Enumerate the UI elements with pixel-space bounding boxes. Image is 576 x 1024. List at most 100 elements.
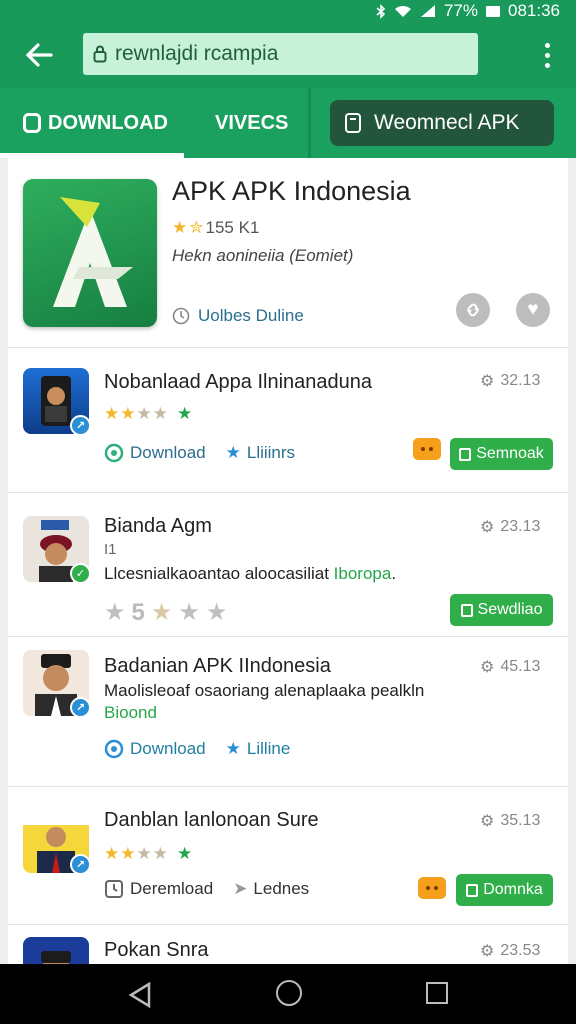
app-logo-icon (23, 179, 157, 327)
messenger-badge-icon: ↗ (70, 415, 89, 434)
item-time-text: 32.13 (500, 372, 541, 389)
featured-meta-text: Uolbes Duline (198, 306, 304, 325)
item-description: Maolisleoaf osaoriang alenaplaaka pealkl… (104, 681, 425, 722)
arrow-icon: ➤ (233, 879, 248, 898)
tab-download[interactable]: DOWNLOAD (22, 88, 168, 158)
item-time: ⚙ 32.13 (480, 371, 540, 391)
half-star-icon: ✮ (189, 218, 204, 237)
battery-percent: 77% (443, 1, 478, 20)
item-action-label: Sewdliao (477, 601, 543, 618)
star-icon: ★ (225, 739, 241, 758)
app-avatar-icon: ↗ (23, 368, 89, 434)
document-icon (460, 603, 473, 617)
bluetooth-icon (376, 3, 386, 19)
puzzle-icon: ⚙ (480, 813, 495, 830)
download-link[interactable]: Deremload (130, 879, 213, 899)
star-icon: ★ (225, 443, 241, 462)
item-link-2[interactable]: Lednes (253, 879, 309, 899)
messenger-badge-icon: ↗ (70, 697, 89, 716)
rating-value: 5 (131, 599, 151, 626)
download-link[interactable]: Download (130, 443, 206, 463)
toolbar: rewnlajdi rcampia (0, 22, 576, 88)
rating-count: 155 K1 (205, 218, 260, 237)
nav-back-button[interactable] (128, 981, 152, 1013)
triangle-back-icon (128, 981, 151, 1009)
app-avatar-icon: ↗ (23, 807, 89, 873)
clock-icon (105, 880, 123, 898)
rating-stars: ★★★★ ★ (104, 844, 194, 863)
app-avatar-icon: ↗ (23, 650, 89, 716)
arrow-left-icon (25, 43, 53, 67)
gift-icon (413, 438, 441, 460)
weomnecl-apk-button[interactable]: Weomnecl APK (330, 100, 554, 146)
list-item[interactable]: ↗ Badanian APK IIndonesia ⚙ 45.13 Maolis… (8, 637, 568, 787)
lock-icon (93, 45, 107, 63)
item-title: Nobanlaad Appa Ilninanaduna (104, 371, 373, 393)
clock-icon (172, 307, 190, 325)
item-subline: I1 (104, 541, 117, 558)
wifi-icon (394, 4, 412, 18)
download-link[interactable]: Download (130, 739, 206, 759)
download-circle-icon (104, 739, 124, 759)
download-tab-icon (23, 113, 41, 133)
item-title: Bianda Agm (104, 515, 212, 537)
item-description: Llcesnialkaoantao aloocasiliat Iboropa. (104, 564, 397, 583)
featured-app-title: APK APK Indonesia (172, 176, 411, 206)
item-action-button[interactable]: Semnoak (450, 438, 553, 470)
url-text: rewnlajdi rcampia (115, 42, 279, 65)
puzzle-icon: ⚙ (480, 943, 495, 960)
item-time-text: 23.13 (500, 518, 541, 535)
item-title: Badanian APK IIndonesia (104, 655, 331, 677)
gift-icon (418, 877, 446, 899)
dot-icon (544, 42, 550, 48)
item-link-2[interactable]: Lilline (247, 739, 290, 759)
item-time: ⚙ 35.13 (480, 811, 540, 831)
item-time: ⚙ 45.13 (480, 657, 540, 677)
list-item[interactable]: ↗ Nobanlaad Appa Ilninanaduna ⚙ 32.13 ★★… (8, 348, 568, 493)
item-links: Deremload ➤ Lednes (104, 879, 309, 899)
item-action-label: Semnoak (476, 445, 544, 462)
document-icon (345, 113, 361, 133)
rating-stars: ★5★★★ (104, 599, 234, 626)
share-icon (467, 303, 479, 317)
featured-app-card[interactable]: APK APK Indonesia ★ ✮ 155 K1 Hekn aonine… (8, 158, 568, 348)
list-item[interactable]: ↗ Danblan lanlonoan Sure ⚙ 35.13 ★★★★ ★ D… (8, 787, 568, 925)
back-button[interactable] (18, 34, 60, 76)
messenger-badge-icon: ↗ (70, 854, 89, 873)
favorite-button[interactable]: ♥ (516, 293, 550, 327)
item-time: ⚙ 23.13 (480, 517, 540, 537)
whatsapp-badge-icon: ✓ (70, 563, 89, 582)
address-bar[interactable]: rewnlajdi rcampia (83, 33, 478, 75)
rating-stars: ★★★★ ★ (104, 404, 194, 423)
item-action-button[interactable]: Domnka (456, 874, 553, 906)
nav-home-button[interactable] (276, 980, 302, 1006)
document-icon (466, 883, 479, 897)
weomnecl-apk-label: Weomnecl APK (374, 111, 520, 134)
nav-recents-button[interactable] (426, 982, 448, 1004)
puzzle-icon: ⚙ (480, 373, 495, 390)
list-item[interactable]: Pokan Snra ⚙ 23.53 (8, 925, 568, 964)
overflow-menu-button[interactable] (530, 34, 564, 76)
item-action-button[interactable]: Sewdliao (450, 594, 553, 626)
item-time-text: 35.13 (500, 812, 541, 829)
tab-download-label: DOWNLOAD (48, 111, 168, 134)
signal-icon (420, 4, 436, 18)
tab-vives-label: VIVECS (215, 111, 289, 134)
app-avatar-icon: ✓ (23, 516, 89, 582)
featured-meta: Uolbes Duline (172, 306, 304, 326)
item-link-2[interactable]: Lliiinrs (247, 443, 295, 463)
battery-icon (486, 5, 500, 17)
tab-vives[interactable]: VIVECS (215, 88, 288, 158)
list-item[interactable]: ✓ Bianda Agm I1 ⚙ 23.13 Llcesnialkaoanta… (8, 493, 568, 637)
featured-rating: ★ ✮ 155 K1 (172, 218, 259, 238)
item-links: Download ★ Lliiinrs (104, 443, 295, 463)
document-icon (459, 447, 472, 461)
puzzle-icon: ⚙ (480, 519, 495, 536)
featured-subtitle: Hekn aonineiia (Eomiet) (172, 246, 354, 265)
item-time-text: 23.53 (500, 942, 541, 959)
share-button[interactable] (456, 293, 490, 327)
star-icon: ★ (172, 218, 188, 237)
dot-icon (544, 62, 550, 68)
item-links: Download ★ Lilline (104, 739, 290, 759)
tab-divider (308, 88, 311, 158)
